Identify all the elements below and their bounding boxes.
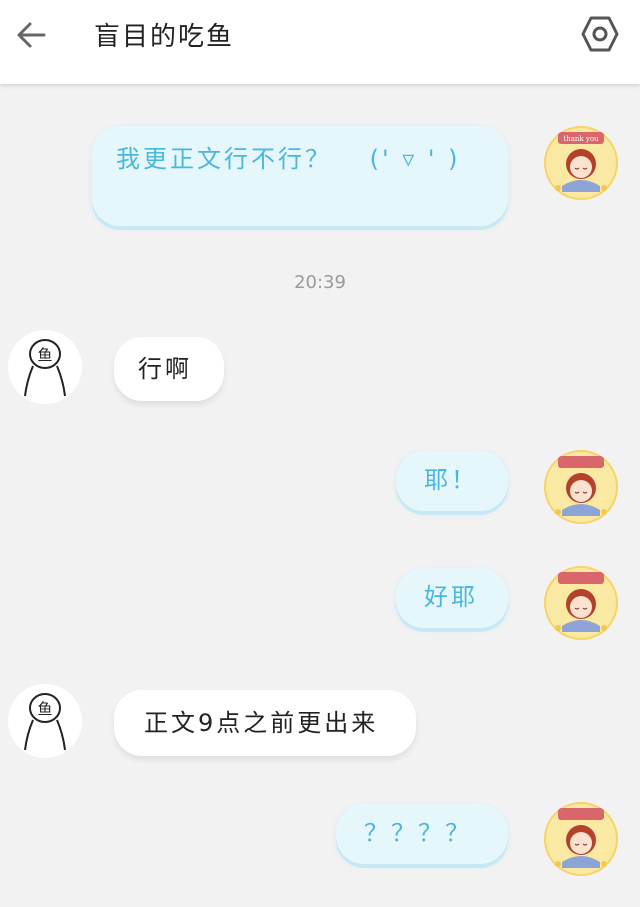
message-bubble-incoming[interactable]: 正文9点之前更出来	[114, 690, 416, 756]
settings-button[interactable]	[580, 14, 620, 54]
avatar-char: 鱼	[37, 346, 52, 364]
message-text: 行啊	[138, 355, 192, 383]
chibi-character-icon	[555, 456, 607, 516]
message-text: 耶！	[424, 466, 478, 494]
my-avatar[interactable]	[544, 802, 618, 876]
message-bubble-outgoing[interactable]: 好耶	[396, 568, 508, 628]
message-bubble-incoming[interactable]: 行啊	[114, 337, 224, 401]
chat-title: 盲目的吃鱼	[94, 22, 235, 52]
my-avatar[interactable]: thank you	[544, 126, 618, 200]
top-bar: 盲目的吃鱼	[0, 0, 640, 84]
contact-avatar[interactable]: 鱼	[8, 330, 82, 404]
fish-doodle-icon: 鱼	[8, 330, 82, 404]
message-text: ？？？？	[364, 819, 472, 847]
timestamp: 20:39	[294, 272, 346, 293]
hexagon-settings-icon	[581, 16, 619, 52]
contact-avatar[interactable]: 鱼	[8, 684, 82, 758]
my-avatar[interactable]	[544, 566, 618, 640]
arrow-left-icon	[17, 22, 46, 48]
fish-doodle-icon: 鱼	[8, 684, 82, 758]
message-text: 我更正文行不行？ (' ▿ ' )	[116, 145, 461, 173]
chibi-character-icon: thank you	[555, 132, 607, 192]
message-bubble-outgoing[interactable]: 耶！	[396, 451, 508, 511]
message-bubble-outgoing[interactable]: 我更正文行不行？ (' ▿ ' )	[92, 126, 508, 226]
avatar-char: 鱼	[37, 700, 52, 718]
chibi-character-icon	[555, 808, 607, 868]
back-button[interactable]	[10, 14, 52, 56]
my-avatar[interactable]	[544, 450, 618, 524]
message-text: 正文9点之前更出来	[144, 709, 379, 737]
message-bubble-outgoing[interactable]: ？？？？	[336, 804, 508, 864]
chibi-character-icon	[555, 572, 607, 632]
badge-text: thank you	[563, 135, 599, 143]
message-text: 好耶	[424, 583, 478, 611]
